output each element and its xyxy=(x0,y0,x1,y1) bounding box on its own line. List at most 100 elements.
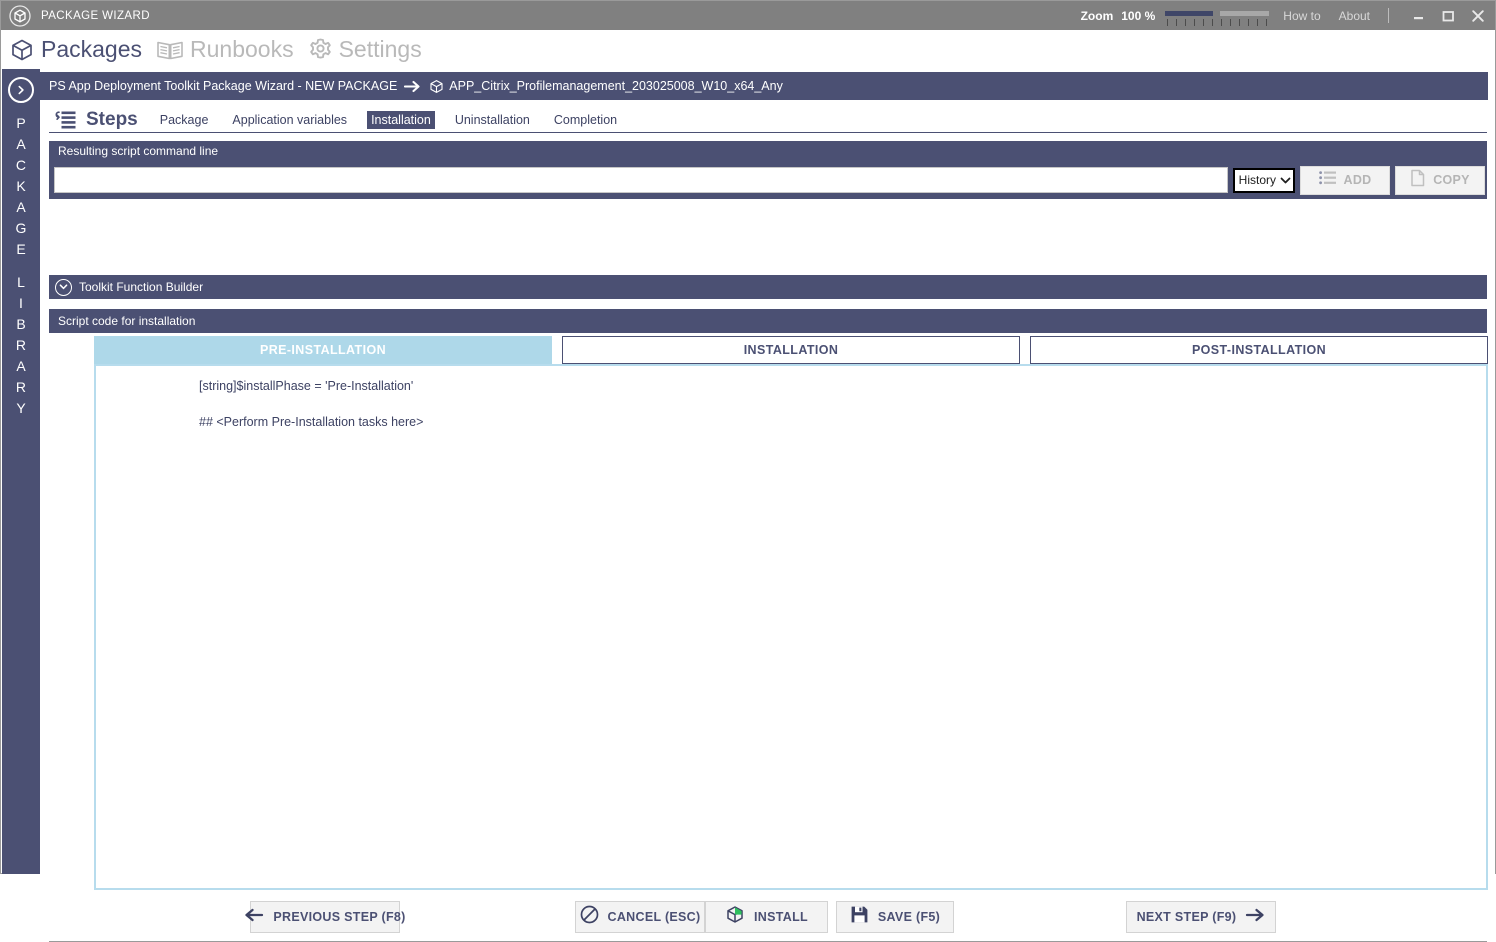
history-dropdown-label: History xyxy=(1238,173,1276,187)
rail-letter: A xyxy=(16,199,26,215)
tab-post-installation[interactable]: POST-INSTALLATION xyxy=(1030,336,1488,364)
next-step-label: NEXT STEP (F9) xyxy=(1136,910,1237,924)
step-tab-package[interactable]: Package xyxy=(156,111,213,129)
toolkit-function-builder-label: Toolkit Function Builder xyxy=(79,280,204,294)
add-button[interactable]: ADD xyxy=(1300,165,1390,195)
nav-item-packages[interactable]: Packages xyxy=(9,36,142,63)
cancel-button-label: CANCEL (ESC) xyxy=(607,910,701,924)
cancel-button[interactable]: CANCEL (ESC) xyxy=(575,901,705,933)
rail-letter: G xyxy=(15,220,27,236)
next-step-button[interactable]: NEXT STEP (F9) xyxy=(1126,901,1276,933)
rail-letter: C xyxy=(15,157,27,173)
title-bar-right-controls: Zoom 100 % How to About xyxy=(1081,1,1495,30)
history-dropdown[interactable]: History xyxy=(1232,167,1295,193)
nav-item-settings[interactable]: Settings xyxy=(308,36,422,63)
previous-step-button[interactable]: PREVIOUS STEP (F8) xyxy=(245,901,405,933)
list-icon xyxy=(1318,170,1337,191)
breadcrumb: PS App Deployment Toolkit Package Wizard… xyxy=(40,72,1488,100)
minimize-icon xyxy=(1414,16,1423,19)
nav-label-runbooks: Runbooks xyxy=(190,36,294,62)
tab-installation[interactable]: INSTALLATION xyxy=(562,336,1020,364)
rail-letter: E xyxy=(16,241,26,257)
script-code-header-label: Script code for installation xyxy=(58,314,196,328)
rail-letter: A xyxy=(16,136,26,152)
close-icon xyxy=(1472,9,1484,22)
book-icon xyxy=(156,38,184,62)
rail-letter: R xyxy=(15,337,27,353)
command-line-panel-header: Resulting script command line xyxy=(49,141,1487,161)
save-button-label: SAVE (F5) xyxy=(877,910,941,924)
how-to-link[interactable]: How to xyxy=(1283,9,1320,23)
rail-letter: L xyxy=(17,274,25,290)
package-library-rail: P A C K A G E L I B R A R Y xyxy=(2,69,40,874)
copy-button[interactable]: COPY xyxy=(1395,165,1485,195)
app-logo-icon xyxy=(5,1,35,30)
step-tab-application-variables[interactable]: Application variables xyxy=(228,111,351,129)
step-tab-installation[interactable]: Installation xyxy=(367,111,435,129)
chevron-down-circle-icon[interactable] xyxy=(55,278,72,296)
save-button[interactable]: SAVE (F5) xyxy=(836,901,954,933)
rail-letter: B xyxy=(16,316,26,332)
rail-letter: R xyxy=(15,379,27,395)
app-title: PACKAGE WIZARD xyxy=(41,9,150,22)
minimize-button[interactable] xyxy=(1403,1,1433,30)
floppy-disk-icon xyxy=(850,905,869,929)
step-tab-completion[interactable]: Completion xyxy=(550,111,621,129)
step-tab-uninstallation[interactable]: Uninstallation xyxy=(451,111,534,129)
main-navigation: Packages Runbooks Settings xyxy=(1,30,1495,69)
close-button[interactable] xyxy=(1463,1,1493,30)
zoom-slider[interactable] xyxy=(1165,5,1270,27)
tab-pre-installation[interactable]: PRE-INSTALLATION xyxy=(94,336,552,364)
footer-toolbar: PREVIOUS STEP (F8) CANCEL (ESC) INSTALL … xyxy=(40,890,1495,942)
command-line-header-label: Resulting script command line xyxy=(58,144,219,158)
arrow-right-icon xyxy=(1245,908,1265,927)
command-line-row: History ADD COPY xyxy=(49,161,1487,199)
add-button-label: ADD xyxy=(1343,173,1372,187)
application-window: PACKAGE WIZARD Zoom 100 % How to About P… xyxy=(0,0,1496,942)
cube-icon xyxy=(429,79,444,94)
arrow-left-icon xyxy=(244,908,264,927)
nav-label-packages: Packages xyxy=(41,36,143,62)
title-bar-divider xyxy=(1388,8,1389,23)
breadcrumb-package-name: APP_Citrix_Profilemanagement_203025008_W… xyxy=(449,79,783,93)
steps-list-icon xyxy=(52,109,78,131)
command-line-input[interactable] xyxy=(54,167,1228,193)
zoom-slider-fill xyxy=(1165,10,1214,16)
zoom-slider-track xyxy=(1220,10,1270,16)
install-button-label: INSTALL xyxy=(754,910,808,924)
install-button[interactable]: INSTALL xyxy=(705,901,828,933)
steps-divider xyxy=(49,132,1487,133)
zoom-value: 100 % xyxy=(1121,8,1156,23)
rail-letter: I xyxy=(19,295,23,311)
maximize-icon xyxy=(1442,10,1454,21)
script-code-panel-header: Script code for installation xyxy=(49,309,1487,333)
script-code-editor[interactable]: [string]$installPhase = 'Pre-Installatio… xyxy=(94,364,1488,890)
chevron-right-icon xyxy=(18,85,24,95)
steps-tab-bar: Steps Package Application variables Inst… xyxy=(40,105,1488,135)
nav-item-runbooks[interactable]: Runbooks xyxy=(156,36,294,63)
rail-letter: P xyxy=(16,115,26,131)
rail-expand-button[interactable] xyxy=(8,77,34,103)
chevron-down-icon xyxy=(1280,176,1291,185)
zoom-slider-ticks xyxy=(1167,18,1268,26)
code-line: ## <Perform Pre-Installation tasks here> xyxy=(199,415,424,429)
previous-step-label: PREVIOUS STEP (F8) xyxy=(273,910,406,924)
code-line: [string]$installPhase = 'Pre-Installatio… xyxy=(199,379,414,393)
cube-green-icon xyxy=(725,905,745,930)
nav-label-settings: Settings xyxy=(338,36,422,62)
breadcrumb-path: PS App Deployment Toolkit Package Wizard… xyxy=(49,79,398,93)
no-entry-icon xyxy=(580,905,599,929)
copy-button-label: COPY xyxy=(1433,173,1470,187)
cube-icon xyxy=(9,37,35,63)
title-bar: PACKAGE WIZARD Zoom 100 % How to About xyxy=(1,1,1495,30)
main-content: PS App Deployment Toolkit Package Wizard… xyxy=(40,69,1495,942)
rail-letter: A xyxy=(16,358,26,374)
zoom-label: Zoom xyxy=(1080,8,1114,23)
arrow-right-icon xyxy=(404,80,422,93)
maximize-button[interactable] xyxy=(1433,1,1463,30)
rail-letter: Y xyxy=(16,400,26,416)
gear-icon xyxy=(308,37,333,62)
about-link[interactable]: About xyxy=(1339,9,1370,23)
toolkit-function-builder-header[interactable]: Toolkit Function Builder xyxy=(49,275,1487,299)
